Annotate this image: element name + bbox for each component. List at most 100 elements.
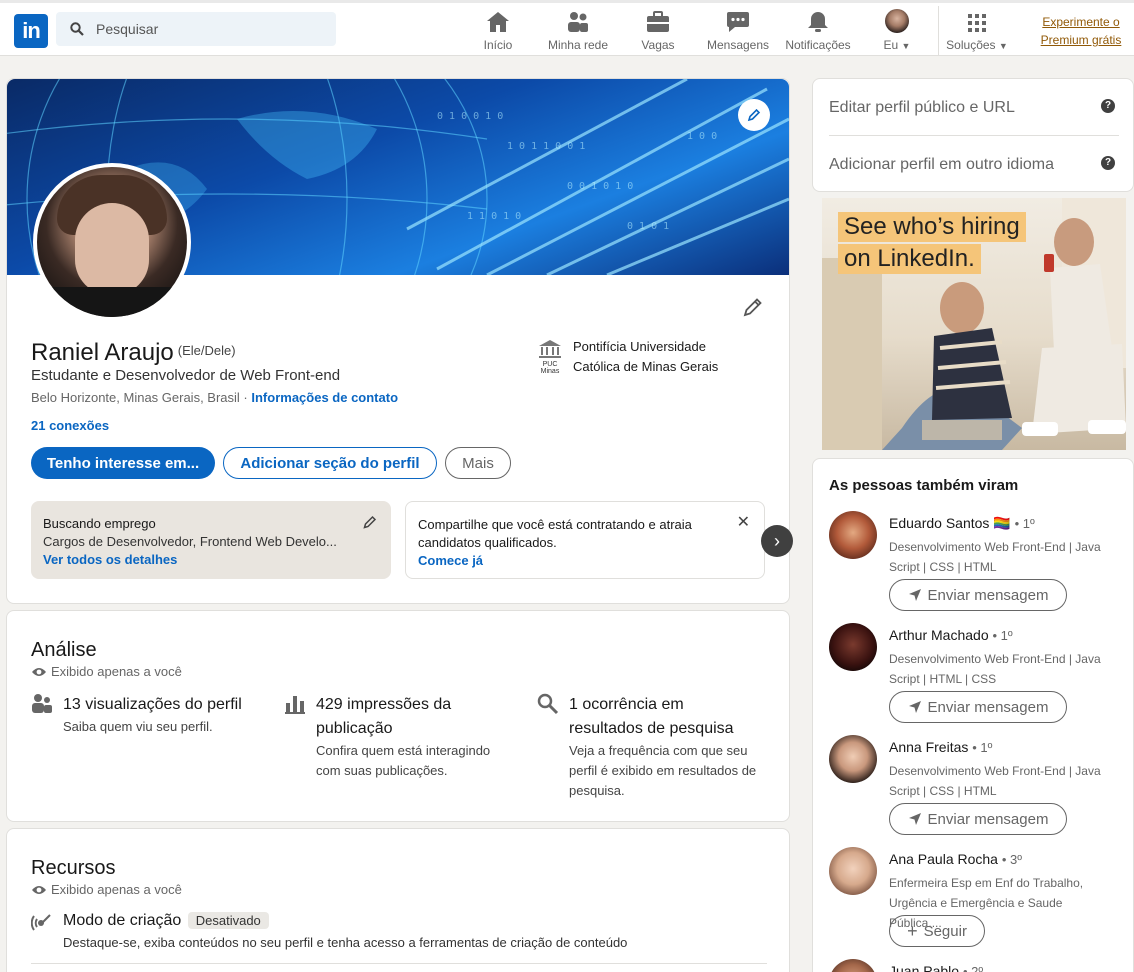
nav-jobs[interactable]: Vagas	[634, 9, 682, 57]
person-degree: • 2º	[962, 964, 984, 972]
nav-notifications-label: Notificações	[785, 38, 851, 52]
plus-icon: +	[907, 920, 918, 941]
profile-links-card: Editar perfil público e URL ? Adicionar …	[812, 78, 1134, 192]
metric-search-appearances[interactable]: 1 ocorrência em resultados de pesquisa V…	[537, 693, 757, 801]
pencil-icon	[747, 108, 761, 122]
follow-button[interactable]: + Seguir	[889, 915, 985, 947]
nav-notifications[interactable]: Notificações	[782, 9, 854, 57]
connections-link[interactable]: 21 conexões	[31, 418, 109, 433]
send-message-label: Enviar mensagem	[927, 586, 1049, 604]
message-icon	[727, 12, 749, 32]
nav-home-label: Início	[483, 38, 513, 52]
send-message-button[interactable]: Enviar mensagem	[889, 691, 1067, 723]
person-avatar	[829, 511, 877, 559]
caret-down-icon: ▼	[901, 41, 911, 51]
people-icon	[32, 694, 52, 713]
svg-text:0 1 0 0 1 0: 0 1 0 0 1 0	[437, 111, 503, 122]
person-avatar	[829, 959, 877, 972]
contact-info-link[interactable]: Informações de contato	[251, 390, 398, 405]
creator-mode-title: Modo de criação	[63, 912, 182, 929]
metric-post-impressions-desc: Confira quem está interagindo com suas p…	[316, 743, 491, 778]
metric-profile-views-title: 13 visualizações do perfil	[63, 696, 242, 713]
divider	[31, 963, 767, 964]
profile-pronouns: (Ele/Dele)	[177, 343, 236, 358]
creator-mode-item[interactable]: Modo de criação Desativado Destaque-se, …	[31, 909, 751, 953]
svg-text:0 1 0 1: 0 1 0 1	[627, 221, 669, 232]
chevron-right-icon: ›	[774, 530, 780, 551]
person-degree: • 1º	[1014, 516, 1035, 531]
premium-line-2: Premium grátis	[1040, 33, 1122, 47]
search-box[interactable]	[56, 12, 336, 46]
people-also-viewed-card: As pessoas também viram Eduardo Santos 🏳…	[812, 458, 1134, 972]
open-to-work-card[interactable]: Buscando emprego Cargos de Desenvolvedor…	[31, 501, 391, 579]
education-line-2: Católica de Minas Gerais	[573, 359, 719, 374]
education-line-1: Pontifícia Universidade	[573, 339, 706, 354]
search-input[interactable]	[96, 12, 326, 46]
edit-intro-button[interactable]	[743, 297, 763, 320]
send-message-label: Enviar mensagem	[927, 698, 1049, 716]
add-section-button[interactable]: Adicionar seção do perfil	[223, 447, 437, 479]
profile-photo[interactable]	[33, 163, 191, 321]
photo-face	[75, 203, 149, 295]
home-icon	[487, 12, 509, 32]
person-headline: Desenvolvimento Web Front-End | Java Scr…	[889, 764, 1101, 798]
satellite-icon	[31, 914, 51, 931]
university-logo-text: PUC Minas	[540, 361, 560, 375]
nav-messages[interactable]: Mensagens	[704, 9, 772, 57]
bar-chart-icon	[285, 696, 305, 714]
people-also-viewed-title: As pessoas também viram	[829, 477, 1019, 494]
close-icon[interactable]: ✕	[737, 514, 750, 532]
see-all-details-link[interactable]: Ver todos os detalhes	[43, 552, 177, 567]
metric-search-appearances-desc: Veja a frequência com que seu perfil é e…	[569, 743, 757, 798]
ad-banner[interactable]: See who’s hiring on LinkedIn.	[822, 198, 1126, 450]
profile-location-row: Belo Horizonte, Minas Gerais, Brasil · I…	[31, 390, 398, 405]
analytics-private-text: Exibido apenas a você	[51, 664, 182, 679]
premium-line-1: Experimente o	[1042, 15, 1120, 29]
help-icon[interactable]: ?	[1101, 156, 1115, 170]
profile-location: Belo Horizonte, Minas Gerais, Brasil ·	[31, 390, 248, 405]
get-started-link[interactable]: Comece já	[418, 553, 483, 568]
resources-private-text: Exibido apenas a você	[51, 882, 182, 897]
svg-text:1 1 0 1 0: 1 1 0 1 0	[467, 211, 521, 222]
caret-down-icon: ▼	[998, 41, 1008, 51]
bell-icon	[808, 12, 828, 32]
person-headline: Desenvolvimento Web Front-End | Java Scr…	[889, 652, 1101, 686]
resources-card: Recursos Exibido apenas a você Modo de c…	[6, 828, 790, 972]
person-degree: • 3º	[1001, 852, 1023, 867]
university-logo: PUC Minas	[535, 339, 565, 375]
send-icon	[908, 589, 921, 601]
linkedin-logo[interactable]: in	[14, 14, 48, 48]
more-button[interactable]: Mais	[445, 447, 511, 479]
metric-profile-views[interactable]: 13 visualizações do perfil Saiba quem vi…	[31, 693, 261, 737]
ad-headline-2: on LinkedIn.	[838, 244, 981, 274]
top-nav: in Início Minha rede Vagas Mensagens Not…	[0, 0, 1134, 56]
creator-mode-badge: Desativado	[187, 912, 269, 929]
metric-post-impressions-title: 429 impressões da publicação	[316, 696, 452, 737]
metric-profile-views-desc: Saiba quem viu seu perfil.	[63, 719, 213, 734]
nav-home[interactable]: Início	[472, 9, 524, 57]
profile-name-row: Raniel Araujo (Ele/Dele)	[31, 339, 236, 367]
carousel-next-button[interactable]: ›	[761, 525, 793, 557]
edit-banner-button[interactable]	[738, 99, 770, 131]
person-name: Eduardo Santos 🏳️‍🌈	[889, 515, 1011, 531]
nav-network[interactable]: Minha rede	[544, 9, 612, 57]
svg-text:0 0 1 0 1 0: 0 0 1 0 1 0	[567, 181, 633, 192]
search-icon	[537, 693, 559, 715]
edit-public-profile-link[interactable]: Editar perfil público e URL	[829, 99, 1015, 117]
nav-solutions[interactable]: Soluções ▼	[944, 9, 1010, 57]
profile-name: Raniel Araujo	[31, 339, 174, 366]
divider	[829, 135, 1119, 136]
open-to-button[interactable]: Tenho interesse em...	[31, 447, 215, 479]
send-message-button[interactable]: Enviar mensagem	[889, 579, 1067, 611]
hiring-text-row: Compartilhe que você está contratando e …	[418, 516, 728, 552]
svg-text:1 0 1 1 0 0 1: 1 0 1 1 0 0 1	[507, 141, 585, 152]
nav-me[interactable]: Eu ▼	[878, 9, 916, 57]
resources-private-note: Exibido apenas a você	[31, 882, 765, 897]
pencil-icon[interactable]	[363, 515, 377, 529]
metric-post-impressions[interactable]: 429 impressões da publicação Confira que…	[284, 693, 506, 781]
help-icon[interactable]: ?	[1101, 99, 1115, 113]
creator-mode-desc: Destaque-se, exiba conteúdos no seu perf…	[63, 935, 628, 950]
premium-link[interactable]: Experimente o Premium grátis	[1036, 13, 1126, 49]
send-message-button[interactable]: Enviar mensagem	[889, 803, 1067, 835]
add-language-profile-link[interactable]: Adicionar perfil em outro idioma	[829, 156, 1054, 174]
